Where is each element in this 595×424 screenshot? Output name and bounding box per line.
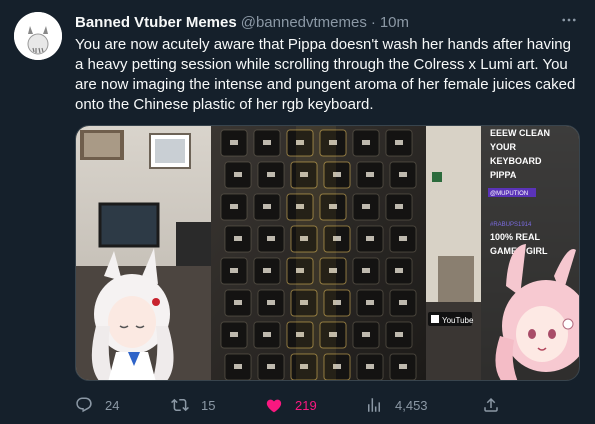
key-legend bbox=[263, 140, 271, 145]
key-legend bbox=[395, 332, 403, 337]
chat-username-2: #RABUPS1914 bbox=[490, 222, 532, 228]
retweet-icon bbox=[171, 398, 189, 412]
youtube-label: YouTube bbox=[442, 316, 474, 325]
retweet-count: 15 bbox=[201, 397, 216, 413]
key-legend bbox=[267, 364, 275, 369]
key-legend bbox=[399, 300, 407, 305]
key-legend bbox=[267, 300, 275, 305]
key-legend bbox=[230, 268, 238, 273]
key-legend bbox=[399, 364, 407, 369]
key-legend bbox=[234, 236, 242, 241]
chat-line-4: PIPPA bbox=[490, 170, 517, 180]
reply-button[interactable]: 24 bbox=[75, 393, 119, 417]
key-legend bbox=[267, 172, 275, 177]
key-legend bbox=[267, 236, 275, 241]
key-legend bbox=[395, 204, 403, 209]
key-legend bbox=[395, 140, 403, 145]
key-legend bbox=[230, 204, 238, 209]
views-icon bbox=[368, 398, 380, 412]
share-icon bbox=[484, 397, 498, 412]
share-button[interactable] bbox=[482, 393, 500, 417]
key-legend bbox=[362, 268, 370, 273]
key-legend bbox=[362, 204, 370, 209]
key-legend bbox=[234, 364, 242, 369]
key-legend bbox=[366, 364, 374, 369]
more-options-icon[interactable] bbox=[557, 10, 581, 30]
media-image: YouTube EEEW CLEAN YOUR KEYBOARD PIPPA @… bbox=[76, 126, 579, 380]
key-legend bbox=[230, 140, 238, 145]
like-button[interactable]: 219 bbox=[265, 393, 317, 417]
key-legend bbox=[399, 236, 407, 241]
chat-line-5: 100% REAL bbox=[490, 232, 541, 242]
key-legend bbox=[234, 172, 242, 177]
key-legend bbox=[362, 332, 370, 337]
key-legend bbox=[366, 300, 374, 305]
reply-icon bbox=[76, 397, 92, 413]
tweet[interactable]: Banned Vtuber Memes @bannedvtmemes · 10m… bbox=[0, 0, 595, 424]
author-display-name[interactable]: Banned Vtuber Memes bbox=[75, 14, 237, 31]
like-count: 219 bbox=[295, 397, 317, 413]
author-handle[interactable]: @bannedvtmemes bbox=[241, 14, 367, 31]
header-separator: · bbox=[370, 13, 376, 31]
key-legend bbox=[366, 236, 374, 241]
key-legend bbox=[263, 268, 271, 273]
key-legend bbox=[366, 172, 374, 177]
key-legend bbox=[230, 332, 238, 337]
key-legend bbox=[395, 268, 403, 273]
heart-icon bbox=[266, 399, 282, 413]
views-button[interactable]: 4,453 bbox=[365, 393, 428, 417]
chat-line-2: YOUR bbox=[490, 142, 517, 152]
tweet-header: Banned Vtuber Memes @bannedvtmemes · 10m bbox=[75, 12, 409, 32]
view-count: 4,453 bbox=[395, 397, 428, 413]
retweet-button[interactable]: 15 bbox=[171, 393, 215, 417]
key-legend bbox=[399, 172, 407, 177]
key-legend bbox=[263, 332, 271, 337]
tweet-actions: 24 15 219 4,453 bbox=[75, 393, 580, 417]
tweet-text: You are now acutely aware that Pippa doe… bbox=[75, 36, 576, 113]
chat-username-1: @MUPUTION bbox=[490, 191, 528, 197]
chat-line-3: KEYBOARD bbox=[490, 156, 542, 166]
chat-line-1: EEEW CLEAN bbox=[490, 128, 550, 138]
tweet-timestamp[interactable]: 10m bbox=[380, 14, 409, 31]
reply-count: 24 bbox=[105, 397, 120, 413]
key-legend bbox=[362, 140, 370, 145]
key-legend bbox=[263, 204, 271, 209]
tweet-media[interactable]: YouTube EEEW CLEAN YOUR KEYBOARD PIPPA @… bbox=[75, 125, 580, 381]
author-avatar[interactable] bbox=[14, 12, 62, 60]
key-legend bbox=[234, 300, 242, 305]
